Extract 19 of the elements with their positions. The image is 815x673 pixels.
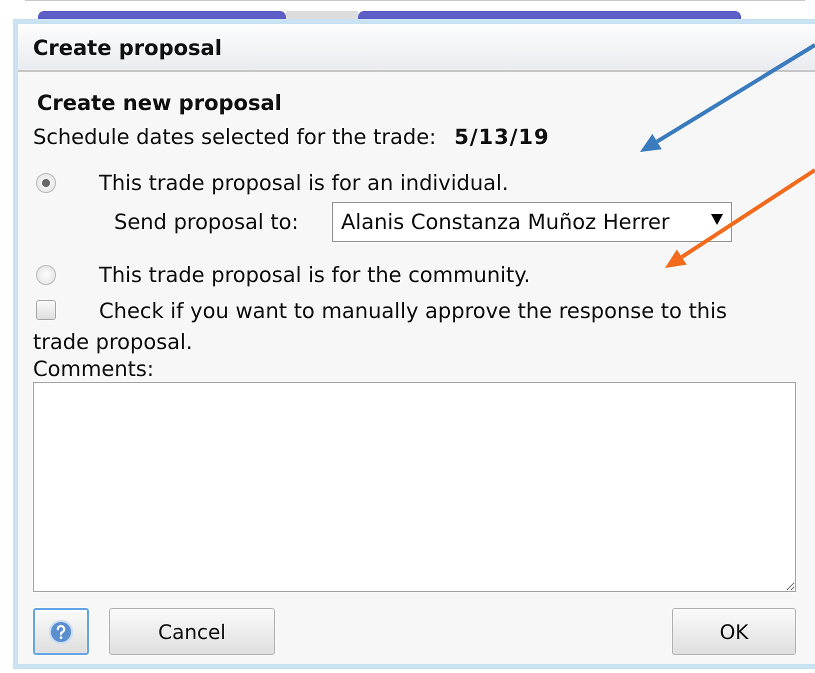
- help-button[interactable]: [33, 608, 89, 655]
- approve-checkbox-option[interactable]: Check if you want to manually approve the response to this trade proposal.: [33, 296, 815, 358]
- window-title: Create proposal: [18, 24, 815, 72]
- radio-button[interactable]: [36, 173, 56, 193]
- radio-label: This trade proposal is for an individual.: [99, 170, 509, 196]
- form-heading: Create new proposal: [37, 90, 282, 116]
- schedule-label: Schedule dates selected for the trade:: [33, 124, 436, 150]
- radio-button[interactable]: [36, 265, 56, 285]
- radio-label: This trade proposal is for the community.: [99, 262, 530, 288]
- comments-field[interactable]: [33, 382, 796, 592]
- recipient-dropdown[interactable]: Alanis Constanza Muñoz Herrer: [332, 202, 732, 242]
- send-to-label: Send proposal to:: [114, 209, 299, 235]
- comments-label: Comments:: [33, 356, 154, 382]
- help-icon: [49, 620, 73, 644]
- checkbox[interactable]: [36, 300, 56, 320]
- ok-button[interactable]: OK: [672, 608, 796, 655]
- schedule-date: 5/13/19: [454, 124, 550, 150]
- cancel-button[interactable]: Cancel: [109, 608, 275, 655]
- inactive-tab-bar: [286, 11, 358, 19]
